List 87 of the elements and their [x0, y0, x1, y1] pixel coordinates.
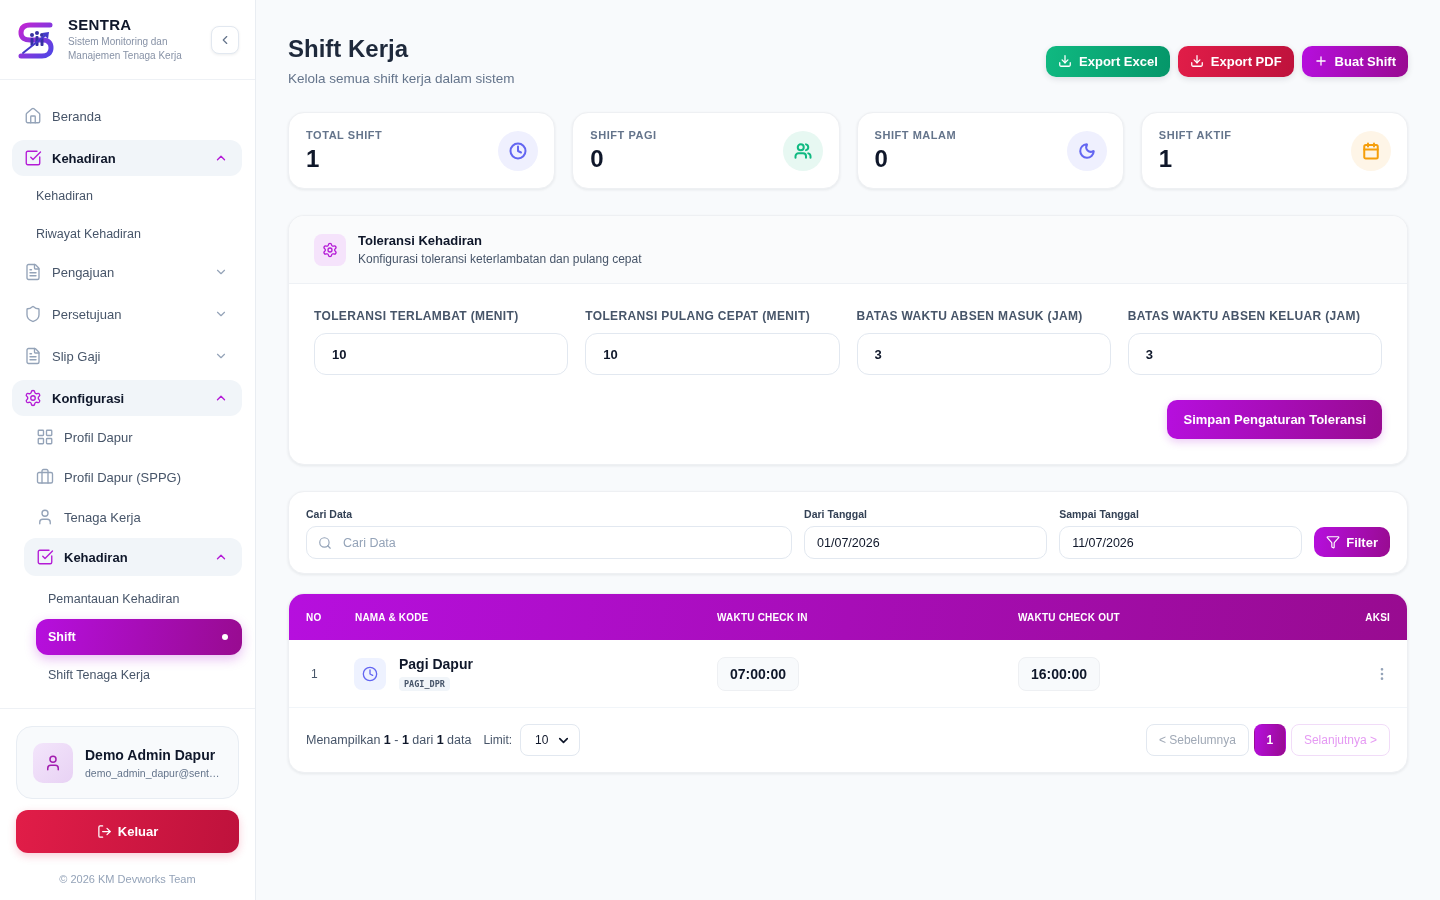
search-icon — [318, 535, 332, 550]
page-subtitle: Kelola semua shift kerja dalam sistem — [288, 70, 515, 88]
stat-value: 1 — [1158, 144, 1174, 173]
shield-icon — [24, 305, 42, 323]
copyright-text: © 2026 KM Devworks Team — [58, 872, 197, 886]
collapse-sidebar-button[interactable] — [211, 25, 239, 54]
field-label: TOLERANSI TERLAMBAT (MENIT) — [314, 309, 520, 323]
gear-icon — [24, 389, 42, 407]
row-number: 1 — [310, 666, 318, 681]
results-summary: Menampilkan 1 - 1 dari 1 data — [306, 733, 472, 747]
shift-name: Pagi Dapur — [399, 656, 473, 672]
download-icon — [1058, 54, 1073, 68]
date-input-field[interactable]: 01/07/2026 — [804, 526, 1048, 559]
column-header: NO — [306, 611, 323, 623]
nav-subitem[interactable]: Tenaga Kerja — [24, 498, 242, 536]
export-pdf-button[interactable]: Export PDF — [1177, 45, 1294, 77]
field-label: TOLERANSI PULANG CEPAT (MENIT) — [585, 309, 812, 323]
user-icon — [36, 508, 54, 526]
panel-title: Toleransi Kehadiran — [358, 233, 483, 248]
user-email: demo_admin_dapur@sent… — [85, 766, 220, 779]
limit-select[interactable]: 10 — [520, 724, 581, 756]
nav-item[interactable]: Konfigurasi — [12, 380, 242, 416]
shift-code: PAGI_DPR — [399, 677, 450, 691]
filter-label: Dari Tanggal — [804, 508, 868, 520]
number-input-field[interactable]: 3 — [856, 333, 1111, 375]
calendar-icon — [1351, 130, 1391, 171]
clock-icon — [354, 657, 386, 690]
gear-icon — [314, 233, 346, 266]
briefcase-icon — [36, 468, 54, 486]
stat-value: 1 — [306, 144, 321, 173]
nav-item[interactable]: Persetujuan — [12, 296, 242, 332]
field-label: BATAS WAKTU ABSEN MASUK (JAM) — [856, 309, 1084, 323]
plus-icon — [1313, 54, 1328, 68]
nav-item[interactable]: Beranda — [12, 98, 242, 134]
grid-icon — [36, 428, 54, 446]
page-title: Shift Kerja — [288, 34, 410, 64]
stat-label: SHIFT AKTIF — [1158, 128, 1232, 141]
nav-subitem[interactable]: Pemantauan Kehadiran — [36, 581, 242, 617]
nav-subitem[interactable]: Kehadiran — [24, 178, 242, 214]
create-shift-button[interactable]: Buat Shift — [1301, 45, 1408, 77]
check-out-time: 16:00:00 — [1018, 656, 1101, 691]
nav-subitem[interactable]: Shift — [36, 619, 242, 655]
column-header: AKSI — [1365, 611, 1390, 623]
column-header: WAKTU CHECK IN — [717, 611, 809, 623]
number-input-field[interactable]: 10 — [585, 333, 840, 375]
nav-subitem[interactable]: Profil Dapur (SPPG) — [24, 458, 242, 496]
check-in-time: 07:00:00 — [717, 656, 800, 691]
document-icon — [24, 347, 42, 365]
filter-button[interactable]: Filter — [1314, 527, 1390, 557]
filter-label: Cari Data — [306, 508, 354, 520]
number-input-field[interactable]: 3 — [1127, 333, 1382, 375]
logout-icon — [96, 824, 112, 839]
active-dot-icon — [222, 634, 228, 640]
column-header: NAMA & KODE — [355, 611, 430, 623]
filter-label: Sampai Tanggal — [1059, 508, 1140, 520]
stat-value: 0 — [590, 144, 605, 173]
nav-subitem[interactable]: Riwayat Kehadiran — [24, 216, 242, 252]
logout-button[interactable]: Keluar — [16, 810, 239, 853]
save-tolerance-button[interactable]: Simpan Pengaturan Toleransi — [1167, 400, 1382, 439]
stat-value: 0 — [874, 144, 889, 173]
stat-label: SHIFT MALAM — [874, 128, 957, 141]
filter-icon — [1326, 535, 1341, 549]
nav-subitem[interactable]: Shift Tenaga Kerja — [36, 657, 242, 693]
user-avatar-icon — [33, 742, 73, 783]
search-field[interactable]: Cari Data — [306, 526, 793, 559]
nav-item[interactable]: Pengajuan — [12, 254, 242, 290]
number-input-field[interactable]: 10 — [314, 333, 569, 375]
nav-subitem[interactable]: Kehadiran — [24, 538, 242, 576]
download-icon — [1189, 54, 1204, 68]
limit-label: Limit: — [483, 733, 513, 747]
document-icon — [24, 263, 42, 281]
nav-subitem[interactable]: Profil Dapur — [24, 418, 242, 456]
brand-tagline: Sistem Monitoring dan Manajemen Tenaga Kerja — [68, 35, 183, 63]
user-name: Demo Admin Dapur — [85, 746, 217, 763]
nav-item[interactable]: Slip Gaji — [12, 338, 242, 374]
brand-name: SENTRA — [68, 16, 133, 33]
stat-label: SHIFT PAGI — [590, 128, 657, 141]
stat-label: TOTAL SHIFT — [306, 128, 383, 141]
nav-item[interactable]: Kehadiran — [12, 140, 242, 176]
column-header: WAKTU CHECK OUT — [1018, 611, 1121, 623]
home-icon — [24, 107, 42, 125]
field-label: BATAS WAKTU ABSEN KELUAR (JAM) — [1127, 309, 1362, 323]
panel-subtitle: Konfigurasi toleransi keterlambatan dan pulang cepat — [358, 252, 642, 266]
check-square-icon — [36, 548, 54, 566]
page-number-button[interactable]: 1 — [1253, 724, 1286, 756]
check-square-icon — [24, 149, 42, 167]
date-input-field[interactable]: 11/07/2026 — [1059, 526, 1303, 559]
